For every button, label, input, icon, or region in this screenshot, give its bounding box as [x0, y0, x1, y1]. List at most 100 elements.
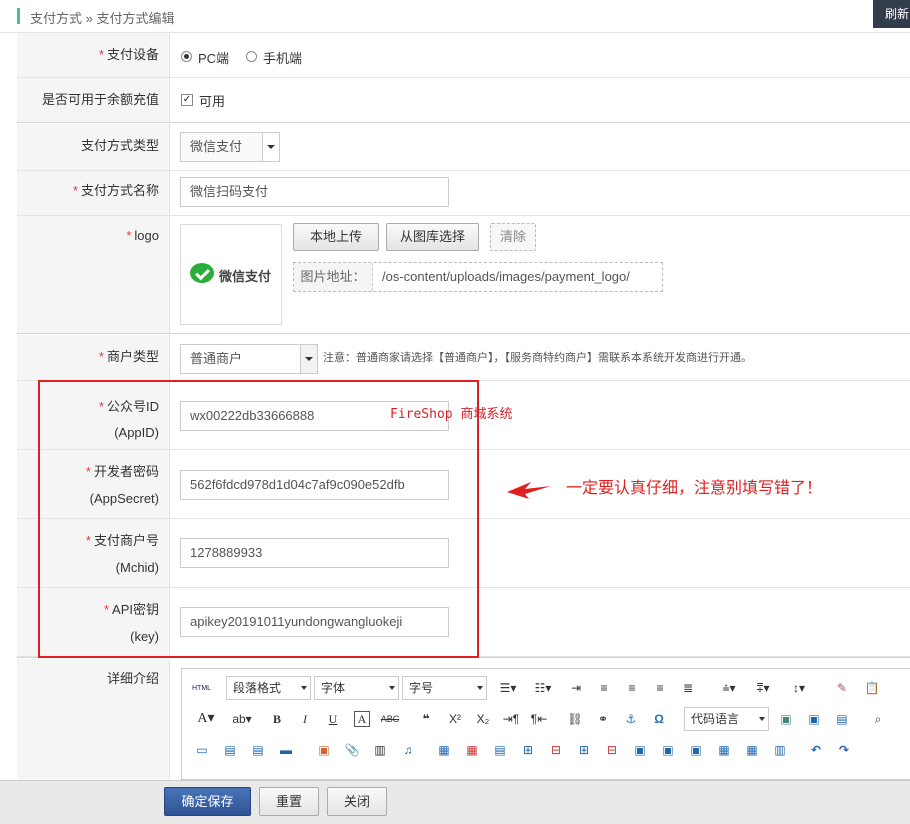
redo-icon[interactable]: ↷ [836, 740, 852, 760]
split-cols-icon[interactable]: ▥ [772, 740, 788, 760]
line-height-icon[interactable]: ↕▾ [786, 678, 812, 698]
html-source-button[interactable]: HTML [192, 679, 211, 699]
rtl-icon[interactable]: ¶⇤ [530, 709, 548, 729]
chevron-down-icon [477, 686, 483, 690]
font-color-icon[interactable]: A▾ [194, 709, 218, 729]
align-center-icon[interactable]: ≡ [624, 678, 640, 698]
logo-row: * logo 微信支付 本地上传 从图库选择 清除 图片地址： /os-conte… [17, 216, 910, 334]
attachment-icon[interactable]: 📎 [344, 740, 360, 760]
row-spacing-top-icon[interactable]: ⩮▾ [716, 678, 742, 698]
video-icon[interactable]: ▥ [372, 740, 388, 760]
bold-icon[interactable]: B [270, 709, 284, 729]
undo-icon[interactable]: ↶ [808, 740, 824, 760]
link-icon[interactable]: ⛓ [566, 709, 584, 729]
reset-button[interactable]: 重置 [259, 787, 319, 816]
split-cells-icon[interactable]: ▦ [716, 740, 732, 760]
breadcrumb: 支付方式 » 支付方式编辑 [30, 11, 175, 26]
name-input[interactable]: 微信扫码支付 [180, 177, 449, 207]
template-icon[interactable]: ▤ [834, 709, 850, 729]
close-button[interactable]: 关闭 [327, 787, 387, 816]
music-icon[interactable]: ♫ [400, 740, 416, 760]
superscript-icon[interactable]: X² [446, 709, 464, 729]
image-right-icon[interactable]: ▤ [250, 740, 266, 760]
type-row: 支付方式类型 微信支付 [17, 124, 910, 171]
merchant-type-row: * 商户类型 普通商户 注意：普通商家请选择【普通商户】，【服务商特约商户】需联系… [17, 335, 910, 381]
indent-icon[interactable]: ⇥ [568, 678, 584, 698]
device-row: * 支付设备 PC端 手机端 [17, 33, 910, 78]
align-justify-icon[interactable]: ≣ [680, 678, 696, 698]
image-none-icon[interactable]: ▭ [194, 740, 210, 760]
image-left-icon[interactable]: ▤ [222, 740, 238, 760]
insert-image-icon[interactable]: ▣ [806, 709, 822, 729]
image-icon[interactable]: ▣ [778, 709, 794, 729]
delete-table-icon[interactable]: ▦ [464, 740, 480, 760]
align-right-icon[interactable]: ≡ [652, 678, 668, 698]
code-language-select[interactable]: 代码语言 [684, 707, 769, 731]
merchant-type-select[interactable]: 普通商户 [180, 344, 318, 374]
refresh-button[interactable]: 刷新 [873, 0, 910, 28]
merge-cells-icon[interactable]: ▣ [632, 740, 648, 760]
font-family-select[interactable]: 字体 [314, 676, 399, 700]
insert-paragraph-icon[interactable]: ▤ [492, 740, 508, 760]
merchant-type-value: 普通商户 [190, 351, 243, 366]
search-replace-icon[interactable]: ⌕ [870, 709, 886, 729]
pc-radio[interactable] [181, 51, 192, 62]
font-size-select[interactable]: 字号 [402, 676, 487, 700]
delete-row-icon[interactable]: ⊟ [548, 740, 564, 760]
clear-button[interactable]: 清除 [490, 223, 536, 251]
chevron-down-icon [759, 717, 765, 721]
recharge-checkbox-label[interactable]: 可用 [199, 91, 225, 110]
anchor-icon[interactable]: ⚓ [622, 709, 640, 729]
merchant-type-label: * 商户类型 [17, 335, 170, 380]
strikethrough-icon[interactable]: ABC [380, 709, 400, 729]
unordered-list-icon[interactable]: ☷▾ [530, 678, 556, 698]
recharge-checkbox[interactable]: ✓ [181, 94, 193, 106]
logo-preview-text: 微信支付 [219, 269, 272, 284]
logo-url-value[interactable]: /os-content/uploads/images/payment_logo/ [382, 263, 658, 291]
mobile-radio[interactable] [246, 51, 257, 62]
chevron-down-icon [389, 686, 395, 690]
footer-bar: 确定保存 重置 关闭 [0, 780, 910, 824]
wechat-pay-icon [190, 263, 214, 283]
unlink-icon[interactable]: ⚭ [594, 709, 612, 729]
font-border-icon[interactable]: A [354, 711, 370, 727]
merge-right-icon[interactable]: ▣ [660, 740, 676, 760]
chevron-down-icon [300, 345, 317, 373]
blockquote-icon[interactable]: ❝ [418, 709, 434, 729]
gallery-select-button[interactable]: 从图库选择 [386, 223, 479, 251]
logo-label: * logo [17, 216, 170, 333]
subscript-icon[interactable]: X₂ [474, 709, 492, 729]
underline-icon[interactable]: U [326, 709, 340, 729]
breadcrumb-accent [17, 8, 20, 24]
section-divider [17, 333, 910, 334]
ltr-icon[interactable]: ⇥¶ [502, 709, 520, 729]
row-spacing-bottom-icon[interactable]: ⩱▾ [750, 678, 776, 698]
image-center-icon[interactable]: ▬ [278, 740, 294, 760]
background-color-icon[interactable]: ab▾ [228, 709, 256, 729]
type-select[interactable]: 微信支付 [180, 132, 280, 162]
recharge-row: 是否可用于余额充值 ✓ 可用 [17, 78, 910, 123]
pc-radio-label[interactable]: PC端 [198, 48, 229, 67]
split-rows-icon[interactable]: ▦ [744, 740, 760, 760]
ordered-list-icon[interactable]: ☰▾ [495, 678, 521, 698]
save-button[interactable]: 确定保存 [164, 787, 251, 816]
delete-col-icon[interactable]: ⊟ [604, 740, 620, 760]
paste-plain-icon[interactable]: 📋 [864, 678, 880, 698]
italic-icon[interactable]: I [298, 709, 312, 729]
eraser-icon[interactable]: ✎ [834, 678, 850, 698]
local-upload-button[interactable]: 本地上传 [293, 223, 379, 251]
insert-col-icon[interactable]: ⊞ [576, 740, 592, 760]
mobile-radio-label[interactable]: 手机端 [263, 48, 302, 67]
paragraph-format-select[interactable]: 段落格式 [226, 676, 311, 700]
insert-row-icon[interactable]: ⊞ [520, 740, 536, 760]
detail-label: 详细介绍 [17, 659, 170, 780]
logo-url-field[interactable]: 图片地址： /os-content/uploads/images/payment… [293, 262, 663, 292]
merge-down-icon[interactable]: ▣ [688, 740, 704, 760]
insert-image-2-icon[interactable]: ▣ [316, 740, 332, 760]
name-label: * 支付方式名称 [17, 171, 170, 215]
chevron-down-icon [262, 133, 279, 161]
align-left-icon[interactable]: ≡ [596, 678, 612, 698]
special-char-icon[interactable]: Ω [650, 709, 668, 729]
rich-text-editor[interactable]: HTML 段落格式 字体 字号 ☰▾ ☷▾ ⇥ ≡ ≡ ≡ ≣ ⩮▾ ⩱▾ ↕▾… [181, 668, 910, 780]
insert-table-icon[interactable]: ▦ [436, 740, 452, 760]
